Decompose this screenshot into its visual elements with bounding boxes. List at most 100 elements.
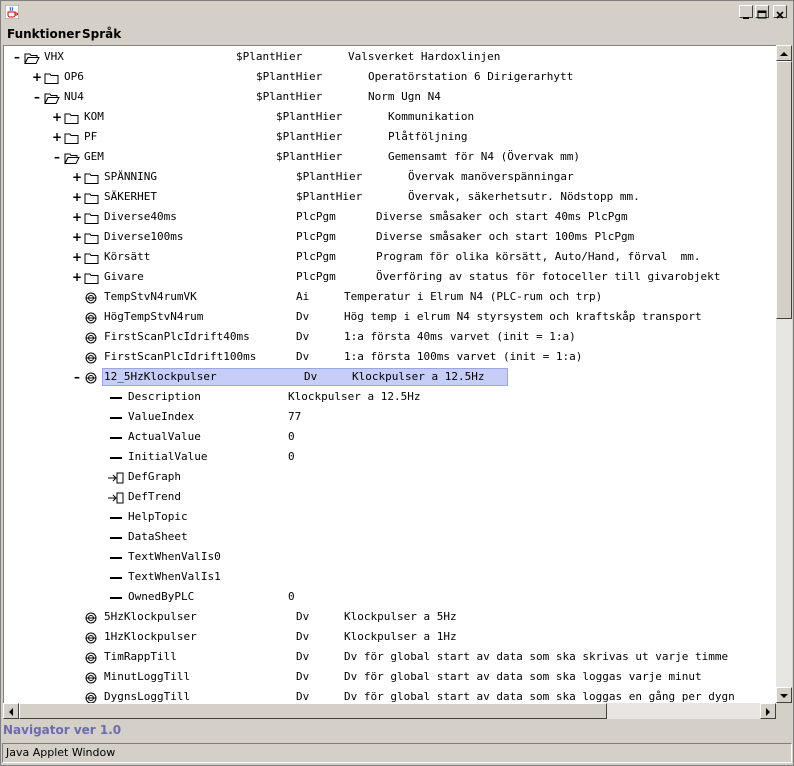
tree-row[interactable]: HögTempStvN4rum Dv Hög temp i elrum N4 sty… <box>4 307 777 327</box>
scroll-left-button[interactable] <box>3 703 19 719</box>
horizontal-scrollbar[interactable] <box>3 703 776 719</box>
tree-row[interactable]: – 12_5HzKlockpulser Dv Klockpulser a 12.5Hz <box>4 367 777 387</box>
tree-row[interactable]: DataSheet <box>4 527 777 547</box>
tree-item-class: $PlantHier <box>296 170 363 183</box>
tree-row[interactable]: MinutLoggTill Dv Dv för global start av da… <box>4 667 777 687</box>
tree-item-class: $PlantHier <box>276 150 343 163</box>
maximize-button[interactable] <box>755 5 769 19</box>
tree-item-name: VHX <box>44 50 64 63</box>
tree-row[interactable]: FirstScanPlcIdrift40ms Dv 1:a första 40ms … <box>4 327 777 347</box>
expand-toggle[interactable]: + <box>72 267 82 287</box>
menu-language[interactable]: Språk <box>82 27 121 41</box>
tree-row[interactable]: + Diverse100ms PlcPgm Diverse småsaker och … <box>4 227 777 247</box>
tree-item-class: PlcPgm <box>296 250 336 263</box>
expand-toggle[interactable]: + <box>72 247 82 267</box>
tree-row[interactable]: DefTrend <box>4 487 777 507</box>
tree-row[interactable]: – VHX $PlantHier Valsverket Hardoxlinjen <box>4 47 777 67</box>
scroll-up-button[interactable] <box>776 45 792 61</box>
tree-item-description: Diverse småsaker och start 40ms PlcPgm <box>376 210 628 223</box>
navigator-tree[interactable]: – VHX $PlantHier Valsverket Hardoxlinjen + OP… <box>3 45 777 704</box>
tree-item-class: Dv <box>296 610 310 623</box>
folder-open-icon <box>64 153 80 164</box>
folder-open-icon <box>24 53 40 64</box>
tree-icon-slot <box>64 111 79 124</box>
scroll-down-button[interactable] <box>776 687 792 703</box>
expand-toggle[interactable]: + <box>72 207 82 227</box>
folder-icon <box>84 233 99 244</box>
tree-row[interactable]: + Diverse40ms PlcPgm Diverse småsaker och s… <box>4 207 777 227</box>
tree-row[interactable]: – NU4 $PlantHier Norm Ugn N4 <box>4 87 777 107</box>
tree-row[interactable]: HelpTopic <box>4 507 777 527</box>
menu-functions[interactable]: Funktioner <box>7 27 80 41</box>
tree-icon-slot <box>108 451 122 463</box>
tree-row[interactable]: Description Klockpulser a 12.5Hz <box>4 387 777 407</box>
tree-item-name: 5HzKlockpulser <box>104 610 197 623</box>
attribute-icon <box>110 457 122 459</box>
tree-icon-slot <box>84 671 98 684</box>
arrow-up-icon <box>780 52 788 56</box>
tree-row[interactable]: TextWhenValIs1 <box>4 567 777 587</box>
tree-item-name: Description <box>128 390 201 403</box>
minimize-icon <box>743 17 749 19</box>
arrow-left-icon <box>9 708 13 716</box>
tree-item-name: DygnsLoggTill <box>104 690 191 703</box>
expand-toggle[interactable]: + <box>32 67 42 87</box>
tree-row[interactable]: ValueIndex 77 <box>4 407 777 427</box>
tree-item-description: Dv för global start av data som ska logg… <box>344 690 735 703</box>
tree-item-name: TextWhenValIs1 <box>128 570 221 583</box>
vertical-scroll-thumb[interactable] <box>776 61 792 319</box>
tree-row[interactable]: + SÄKERHET $PlantHier Övervak, säkerhetsutr… <box>4 187 777 207</box>
tree-row[interactable]: TempStvN4rumVK Ai Temperatur i Elrum N4 (P… <box>4 287 777 307</box>
collapse-toggle[interactable]: – <box>32 87 42 107</box>
close-button[interactable] <box>773 5 787 19</box>
tree-item-name: NU4 <box>64 90 84 103</box>
collapse-toggle[interactable]: – <box>72 367 82 387</box>
attribute-value: Klockpulser a 12.5Hz <box>288 390 421 403</box>
tree-row[interactable]: + SPÄNNING $PlantHier Övervak manöverspänni… <box>4 167 777 187</box>
tree-row[interactable]: + OP6 $PlantHier Operatörstation 6 Dirigera… <box>4 67 777 87</box>
expand-toggle[interactable]: + <box>72 227 82 247</box>
scroll-right-button[interactable] <box>760 703 776 719</box>
tree-row[interactable]: + Givare PlcPgm Överföring av status för fo… <box>4 267 777 287</box>
tree-item-name: SÄKERHET <box>104 190 157 203</box>
tree-row[interactable]: DefGraph <box>4 467 777 487</box>
expand-toggle[interactable]: + <box>72 187 82 207</box>
tree-row[interactable]: + KOM $PlantHier Kommunikation <box>4 107 777 127</box>
expand-toggle[interactable]: + <box>52 127 62 147</box>
tree-row[interactable]: FirstScanPlcIdrift100ms Dv 1:a första 100m… <box>4 347 777 367</box>
tree-icon-slot <box>108 551 122 563</box>
tree-row[interactable]: TextWhenValIs0 <box>4 547 777 567</box>
signal-icon <box>85 372 97 384</box>
tree-item-name: Diverse40ms <box>104 210 177 223</box>
horizontal-scroll-thumb[interactable] <box>19 703 607 719</box>
tree-row[interactable]: + Körsätt PlcPgm Program för olika körsätt,… <box>4 247 777 267</box>
tree-row[interactable]: 1HzKlockpulser Dv Klockpulser a 1Hz <box>4 627 777 647</box>
tree-row[interactable]: InitialValue 0 <box>4 447 777 467</box>
tree-item-description: Övervak, säkerhetsutr. Nödstopp mm. <box>408 190 640 203</box>
tree-row[interactable]: 5HzKlockpulser Dv Klockpulser a 5Hz <box>4 607 777 627</box>
tree-row[interactable]: ActualValue 0 <box>4 427 777 447</box>
window-titlebar <box>0 0 794 25</box>
collapse-toggle[interactable]: – <box>52 147 62 167</box>
tree-row[interactable]: DygnsLoggTill Dv Dv för global start av da… <box>4 687 777 704</box>
tree-icon-slot <box>84 651 98 664</box>
tree-row[interactable]: + PF $PlantHier Plåtföljning <box>4 127 777 147</box>
tree-row[interactable]: – GEM $PlantHier Gemensamt för N4 (Övervak … <box>4 147 777 167</box>
attribute-value: 77 <box>288 410 302 423</box>
expand-toggle[interactable]: + <box>72 167 82 187</box>
tree-icon-slot <box>84 231 99 244</box>
tree-item-name: InitialValue <box>128 450 208 463</box>
tree-row[interactable]: TimRappTill Dv Dv för global start av data… <box>4 647 777 667</box>
tree-item-description: Program för olika körsätt, Auto/Hand, fö… <box>376 250 701 263</box>
attribute-icon <box>110 557 122 559</box>
tree-icon-slot <box>64 131 79 144</box>
tree-item-class: $PlantHier <box>276 130 343 143</box>
minimize-button[interactable] <box>739 5 753 19</box>
tree-row[interactable]: OwnedByPLC 0 <box>4 587 777 607</box>
tree-item-description: Diverse småsaker och start 100ms PlcPgm <box>376 230 635 243</box>
folder-icon <box>84 193 99 204</box>
collapse-toggle[interactable]: – <box>12 47 22 67</box>
tree-icon-slot <box>84 311 98 324</box>
vertical-scrollbar[interactable] <box>776 45 792 703</box>
expand-toggle[interactable]: + <box>52 107 62 127</box>
